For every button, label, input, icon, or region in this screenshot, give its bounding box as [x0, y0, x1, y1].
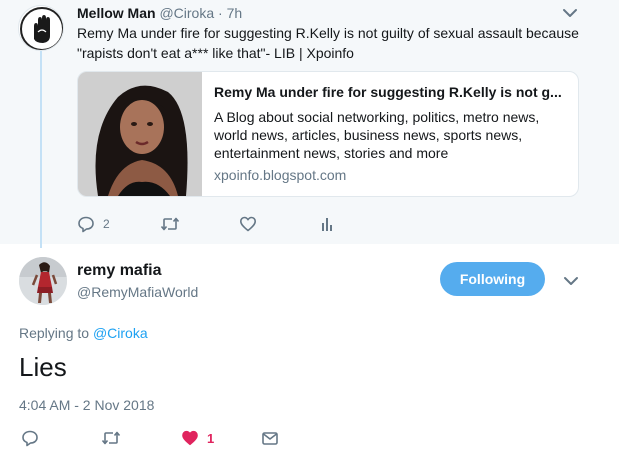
parent-header: Mellow Man @Ciroka · 7h: [77, 5, 242, 21]
main-handle[interactable]: @RemyMafiaWorld: [77, 283, 198, 301]
main-tweet-timestamp[interactable]: 4:04 AM - 2 Nov 2018: [19, 396, 154, 414]
reply-icon: [22, 430, 38, 447]
analytics-icon: [322, 218, 332, 231]
following-button[interactable]: Following: [440, 262, 545, 296]
card-description: A Blog about social networking, politics…: [214, 109, 540, 161]
replying-to-prefix: Replying to: [19, 325, 93, 341]
reply-count: 2: [103, 217, 110, 231]
main-action-bar: 1: [19, 428, 319, 448]
card-domain: xpoinfo.blogspot.com: [214, 167, 347, 183]
parent-handle[interactable]: @Ciroka: [159, 5, 214, 21]
header-separator: ·: [214, 5, 227, 21]
main-like-button[interactable]: 1: [181, 428, 214, 448]
analytics-button[interactable]: [320, 214, 334, 234]
retweet-button[interactable]: [160, 214, 188, 234]
parent-tweet-text: Remy Ma under fire for suggesting R.Kell…: [77, 25, 579, 61]
reply-button[interactable]: 2: [77, 214, 110, 234]
main-more-button[interactable]: [563, 274, 579, 286]
direct-message-button[interactable]: [261, 428, 279, 448]
raised-hand-avatar-icon: [19, 6, 63, 50]
link-card[interactable]: Remy Ma under fire for suggesting R.Kell…: [77, 71, 579, 197]
person-avatar-image: [19, 257, 67, 305]
thread-connector-line: [40, 50, 42, 248]
reply-icon: [78, 216, 94, 233]
main-reply-button[interactable]: [21, 428, 39, 448]
card-title[interactable]: Remy Ma under fire for suggesting R.Kell…: [214, 82, 570, 102]
parent-avatar[interactable]: [18, 5, 64, 51]
heart-filled-icon: [182, 430, 198, 446]
parent-tweet[interactable]: Mellow Man @Ciroka · 7h Remy Ma under fi…: [0, 0, 619, 248]
replying-to-line: Replying to @Ciroka: [19, 324, 148, 342]
card-body: Remy Ma under fire for suggesting R.Kell…: [214, 82, 570, 184]
replying-to-link[interactable]: @Ciroka: [93, 325, 148, 341]
heart-icon: [240, 216, 256, 232]
parent-more-button[interactable]: [562, 6, 578, 18]
chevron-down-icon: [563, 9, 577, 17]
portrait-image: [78, 72, 202, 196]
parent-time[interactable]: 7h: [227, 5, 243, 21]
main-like-count: 1: [207, 430, 215, 446]
main-display-name[interactable]: remy mafia: [77, 261, 162, 281]
card-thumbnail-image: [78, 72, 202, 196]
retweet-icon: [160, 217, 180, 231]
retweet-icon: [101, 431, 121, 445]
parent-action-bar: 2: [77, 214, 377, 234]
main-retweet-button[interactable]: [101, 428, 121, 448]
main-tweet-text: Lies: [19, 352, 67, 382]
main-avatar[interactable]: [19, 257, 67, 305]
mail-icon: [262, 432, 278, 445]
parent-display-name[interactable]: Mellow Man: [77, 5, 156, 21]
like-button[interactable]: [239, 214, 265, 234]
chevron-down-icon: [564, 277, 578, 285]
